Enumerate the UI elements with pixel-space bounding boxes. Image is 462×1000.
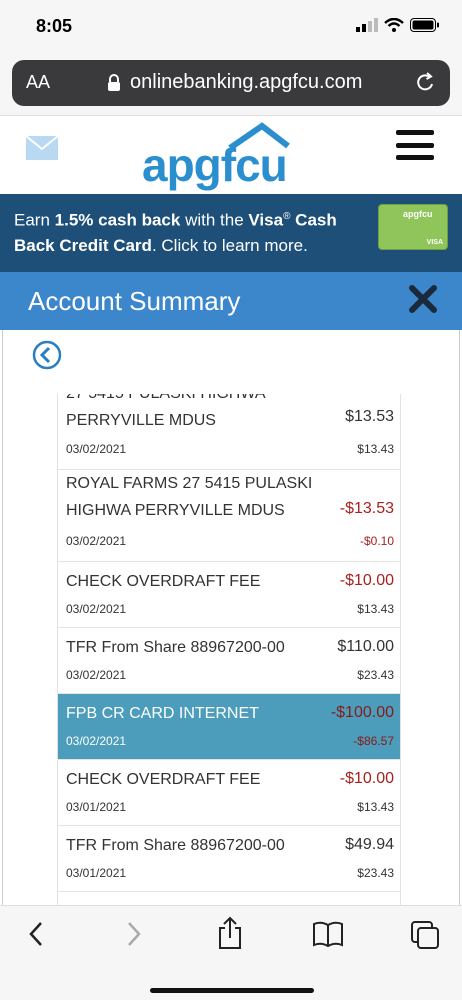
transaction-balance: -$0.10: [359, 534, 394, 548]
panel-border: [459, 330, 460, 905]
book-icon[interactable]: [312, 920, 344, 948]
promo-text-bold: 1.5% cash back: [54, 210, 181, 230]
transaction-balance: -$86.57: [353, 734, 394, 748]
address-bar[interactable]: AA onlinebanking.apgfcu.com: [12, 60, 450, 106]
home-indicator: [150, 988, 314, 993]
text-size-button[interactable]: AA: [26, 72, 50, 93]
promo-text: Earn 1.5% cash back with the Visa® Cash …: [14, 204, 364, 258]
hamburger-menu-icon[interactable]: [396, 130, 434, 160]
logo-text: apgfcu: [142, 139, 288, 191]
content-panel: 27 5415 PULASKI HIGHWA PERRYVILLE MDUS $1…: [0, 330, 462, 905]
tabs-icon[interactable]: [410, 920, 440, 950]
transaction-description: TFR From Share 88967200-00: [66, 639, 285, 656]
transaction-row[interactable]: CHECK OVERDRAFT FEE -$10.00 03/01/2021 $13.…: [58, 760, 400, 826]
signal-icon: [356, 18, 378, 32]
wifi-icon: [384, 18, 404, 32]
transaction-balance: $23.43: [357, 866, 394, 880]
promo-text-part: Earn: [14, 210, 55, 230]
promo-text-bold: Visa: [248, 210, 284, 230]
transaction-date: 03/02/2021: [66, 668, 127, 682]
transaction-description: FPB CR CARD INTERNET: [66, 705, 259, 722]
apgfcu-logo[interactable]: apgfcu: [142, 122, 302, 194]
transaction-row[interactable]: TFR From Share 88967200-00 $110.00 03/02/2…: [58, 628, 400, 694]
transaction-date: 03/02/2021: [66, 734, 127, 748]
transaction-description: TFR From Share 88967200-00: [66, 837, 285, 854]
transaction-balance: $13.43: [357, 442, 394, 456]
transaction-amount: -$13.53: [339, 500, 394, 517]
transaction-list[interactable]: 27 5415 PULASKI HIGHWA PERRYVILLE MDUS $1…: [57, 394, 401, 905]
panel-border: [2, 330, 3, 905]
transaction-description: ROYAL FARMS 27 5415 PULASKI HIGHWA PERRY…: [66, 475, 313, 519]
transaction-description: 27 5415 PULASKI HIGHWA PERRYVILLE MDUS: [66, 394, 265, 429]
transaction-amount: -$10.00: [339, 770, 394, 787]
credit-card-image: apgfcu VISA: [378, 204, 448, 250]
transaction-balance: $13.43: [357, 800, 394, 814]
menu-line: [396, 142, 434, 148]
lock-icon: [108, 74, 120, 91]
transaction-amount: $13.53: [345, 408, 394, 425]
transaction-balance: $23.43: [357, 668, 394, 682]
transaction-description: CHECK OVERDRAFT FEE: [66, 573, 261, 590]
promo-text-part: with the: [180, 210, 249, 230]
url-text[interactable]: onlinebanking.apgfcu.com: [130, 71, 362, 94]
reload-icon[interactable]: [414, 71, 436, 95]
transaction-date: 03/02/2021: [66, 602, 127, 616]
transaction-amount: $49.94: [345, 836, 394, 853]
transaction-date: 03/02/2021: [66, 534, 127, 548]
transaction-row[interactable]: TFR From Share 88967200-00 $49.94 03/01/20…: [58, 826, 400, 892]
card-brand-text: VISA: [426, 239, 443, 246]
browser-address-area: AA onlinebanking.apgfcu.com: [0, 56, 462, 116]
transaction-row[interactable]: 27 5415 PULASKI HIGHWA PERRYVILLE MDUS $1…: [58, 394, 400, 470]
transaction-description: CHECK OVERDRAFT FEE: [66, 771, 261, 788]
back-circle-icon[interactable]: [32, 340, 62, 370]
promo-banner[interactable]: Earn 1.5% cash back with the Visa® Cash …: [0, 194, 462, 272]
transaction-balance: $13.43: [357, 602, 394, 616]
transaction-row[interactable]: CHECK OVERDRAFT FEE -$10.00 03/02/2021 $13.…: [58, 562, 400, 628]
page-title: Account Summary: [28, 286, 241, 316]
menu-line: [396, 155, 434, 160]
close-icon[interactable]: [408, 284, 438, 314]
transaction-date: 03/02/2021: [66, 442, 127, 456]
transaction-date: 03/01/2021: [66, 866, 127, 880]
site-header: apgfcu: [0, 116, 462, 194]
transaction-row[interactable]: FPB CR CARD INTERNET -$100.00 03/02/2021 -$…: [58, 694, 400, 760]
share-icon[interactable]: [216, 916, 244, 950]
transaction-date: 03/01/2021: [66, 800, 127, 814]
account-summary-bar: Account Summary: [0, 272, 462, 330]
transaction-row[interactable]: ROYAL FARMS 27 5415 PULASKI HIGHWA PERRY…: [58, 470, 400, 562]
status-bar: 8:05: [0, 0, 462, 56]
mail-icon[interactable]: [26, 136, 58, 160]
transaction-amount: $110.00: [337, 638, 394, 655]
chevron-left-icon[interactable]: [26, 920, 46, 948]
status-icons: [356, 18, 440, 32]
card-logo-text: apgfcu: [403, 209, 433, 219]
chevron-right-icon[interactable]: [124, 920, 144, 948]
menu-line: [396, 130, 434, 135]
transaction-amount: -$100.00: [330, 704, 394, 721]
status-time: 8:05: [36, 16, 73, 36]
transaction-amount: -$10.00: [339, 572, 394, 589]
promo-text-part: . Click to learn more.: [151, 235, 308, 255]
battery-icon: [410, 18, 439, 32]
browser-toolbar: [0, 905, 462, 1000]
